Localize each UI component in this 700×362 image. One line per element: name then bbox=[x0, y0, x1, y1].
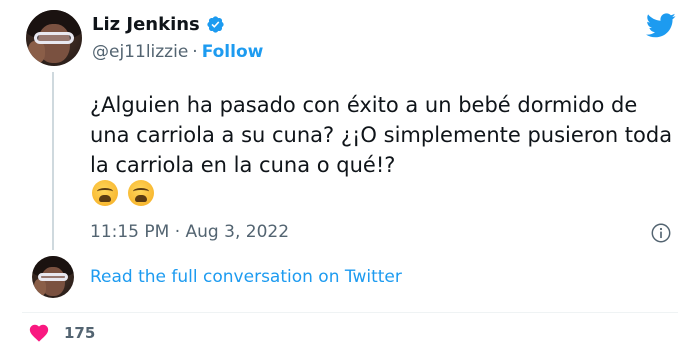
read-conversation-link[interactable]: Read the full conversation on Twitter bbox=[90, 267, 402, 287]
weary-face-emoji bbox=[128, 180, 154, 206]
author-name[interactable]: Liz Jenkins bbox=[92, 14, 200, 35]
author-handle-row: @ej11lizzie · Follow bbox=[92, 42, 263, 62]
twitter-bird-icon[interactable] bbox=[644, 10, 678, 40]
divider bbox=[22, 312, 678, 313]
like-count: 175 bbox=[64, 324, 96, 342]
author-handle[interactable]: @ej11lizzie bbox=[92, 42, 188, 62]
tweet-text: ¿Alguien ha pasado con éxito a un bebé d… bbox=[90, 93, 673, 177]
like-action[interactable]: 175 bbox=[28, 322, 95, 344]
author-avatar[interactable] bbox=[26, 10, 82, 66]
weary-face-emoji bbox=[92, 180, 118, 206]
separator-dot: · bbox=[192, 42, 198, 62]
author-avatar-small[interactable] bbox=[32, 256, 74, 298]
emoji-row bbox=[92, 180, 154, 206]
follow-button[interactable]: Follow bbox=[202, 42, 264, 62]
heart-icon[interactable] bbox=[28, 322, 50, 344]
thread-line bbox=[52, 72, 54, 250]
verified-badge-icon bbox=[207, 16, 224, 33]
tweet-timestamp[interactable]: 11:15 PM · Aug 3, 2022 bbox=[90, 222, 289, 242]
author-name-row: Liz Jenkins bbox=[92, 14, 225, 35]
info-icon[interactable] bbox=[650, 222, 672, 244]
